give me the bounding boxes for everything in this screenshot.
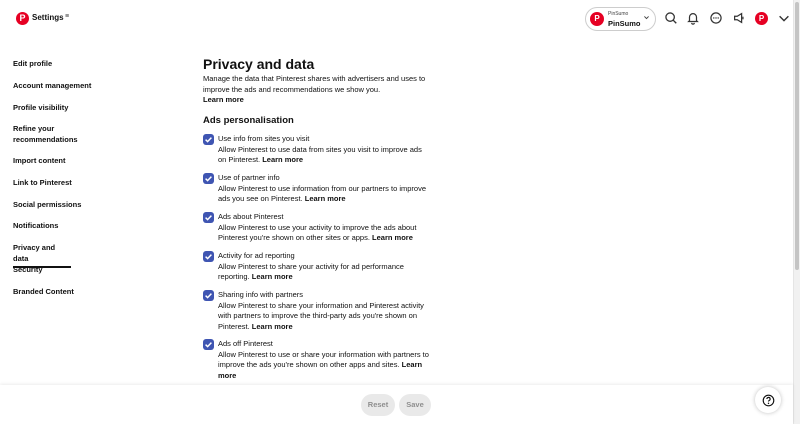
option-desc: Allow Pinterest to use information from … [218,184,431,205]
save-button[interactable]: Save [399,394,431,416]
sidebar-item-social-permissions[interactable]: Social permissions [13,200,81,211]
checkbox[interactable] [203,212,214,223]
page-title: Privacy and data [203,56,315,72]
check-icon [205,137,212,143]
sidebar-item-import-content[interactable]: Import content [13,156,66,167]
help-button[interactable] [755,387,781,413]
option-desc: Allow Pinterest to share your informatio… [218,301,431,333]
header: P Settings ≡ P PinSumo PinSumo P [0,0,793,38]
chevron-down-icon[interactable] [777,11,791,25]
page-title-settings: Settings [32,13,64,22]
option-title: Activity for ad reporting [218,251,295,260]
menu-icon[interactable]: ≡ [65,13,69,20]
learn-more-link[interactable]: Learn more [252,322,293,331]
option-title: Use info from sites you visit [218,134,310,143]
option-desc: Allow Pinterest to use your activity to … [218,223,431,244]
announcements-icon[interactable] [732,11,746,25]
option-desc-text: Allow Pinterest to use or share your inf… [218,349,429,370]
checkbox[interactable] [203,339,214,350]
sidebar-item-refine-recommendations[interactable]: Refine your recommendations [13,124,93,145]
option-desc: Allow Pinterest to use or share your inf… [218,350,431,382]
sidebar-item-profile-visibility[interactable]: Profile visibility [13,103,68,114]
main-content: Privacy and data [203,56,433,72]
search-icon[interactable] [664,11,678,25]
page-description: Manage the data that Pinterest shares wi… [203,74,429,106]
option-title: Use of partner info [218,173,280,182]
sidebar-item-link-to-pinterest[interactable]: Link to Pinterest [13,178,72,189]
reset-button[interactable]: Reset [361,394,395,416]
account-switcher[interactable]: P PinSumo PinSumo [585,7,656,31]
checkbox[interactable] [203,251,214,262]
chevron-down-icon [643,14,650,23]
checkbox[interactable] [203,134,214,145]
check-icon [205,215,212,221]
messages-icon[interactable] [709,11,723,25]
description-text: Manage the data that Pinterest shares wi… [203,74,426,94]
option-title: Ads about Pinterest [218,212,284,221]
sidebar-item-branded-content[interactable]: Branded Content [13,287,74,298]
option-desc-text: Allow Pinterest to use data from sites y… [218,144,422,165]
learn-more-link[interactable]: Learn more [372,233,413,242]
help-icon [762,394,774,406]
section-title: Ads personalisation [203,115,294,126]
account-avatar: P [590,12,604,26]
option-desc: Allow Pinterest to share your activity f… [218,262,431,283]
account-name: PinSumo [608,19,641,28]
learn-more-link[interactable]: Learn more [203,95,244,104]
learn-more-link[interactable]: Learn more [252,272,293,281]
option-desc: Allow Pinterest to use data from sites y… [218,145,431,166]
sidebar-item-security[interactable]: Security [13,265,43,276]
account-small-label: PinSumo [608,11,629,17]
scrollbar[interactable] [793,0,800,424]
pinterest-logo[interactable]: P [16,12,29,25]
option-desc-text: Allow Pinterest to share your activity f… [218,261,404,282]
user-avatar[interactable]: P [755,12,768,25]
checkbox[interactable] [203,173,214,184]
option-title: Ads off Pinterest [218,339,273,348]
check-icon [205,293,212,299]
scrollbar-thumb[interactable] [795,2,799,270]
sidebar-item-notifications[interactable]: Notifications [13,221,58,232]
check-icon [205,342,212,348]
learn-more-link[interactable]: Learn more [305,194,346,203]
learn-more-link[interactable]: Learn more [262,155,303,164]
check-icon [205,176,212,182]
check-icon [205,254,212,260]
notifications-icon[interactable] [686,11,700,25]
footer-actions: Reset Save [0,385,793,424]
option-desc-text: Allow Pinterest to share your informatio… [218,300,424,331]
sidebar-item-account-management[interactable]: Account management [13,81,91,92]
checkbox[interactable] [203,290,214,301]
option-title: Sharing info with partners [218,290,304,299]
sidebar-item-edit-profile[interactable]: Edit profile [13,59,52,70]
